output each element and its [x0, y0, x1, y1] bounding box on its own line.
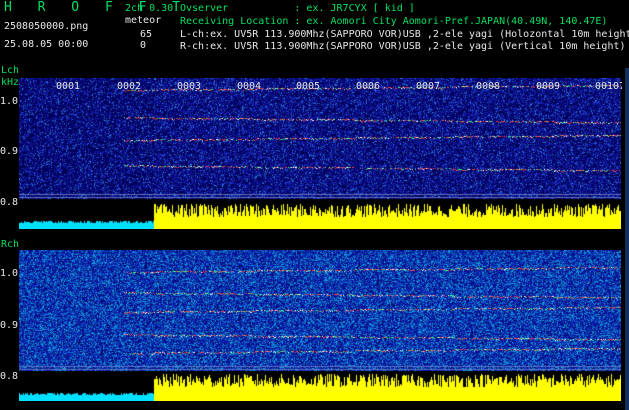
- timestamp: 25.08.05 00:00: [4, 39, 89, 50]
- lch-ytick-1-0: 1.0: [0, 96, 19, 107]
- rch-ytick-0-9: 0.9: [0, 320, 19, 331]
- time-tick-0010: 0010: [595, 81, 620, 92]
- rch-ytick-1-0: 1.0: [0, 268, 19, 279]
- meteor-count-l: 65: [140, 29, 153, 40]
- file-name: 2508050000.png: [4, 21, 89, 32]
- meteor-count-r: 0: [140, 40, 147, 51]
- time-tick-0003: 0003: [177, 81, 202, 92]
- khz-unit-label: kHz: [1, 77, 20, 88]
- rch-ytick-0-8: 0.8: [0, 371, 19, 382]
- observer-line: Ovserver : ex. JR7CYX [ kid ]: [180, 3, 415, 14]
- rch-spectrogram: [19, 250, 621, 401]
- meteor-label: meteor: [125, 15, 162, 26]
- location-line: Receiving Location : ex. Aomori City Aom…: [180, 16, 608, 27]
- time-tick-0008: 0008: [476, 81, 501, 92]
- lch-ytick-0-9: 0.9: [0, 146, 19, 157]
- lch-spectrogram: [19, 78, 621, 229]
- rch-label: Rch: [1, 239, 20, 250]
- lch-label: Lch: [1, 65, 20, 76]
- lch-config-line: L-ch:ex. UV5R 113.900Mhz(SAPPORO VOR)USB…: [180, 29, 629, 40]
- time-tick-0009: 0009: [536, 81, 561, 92]
- time-tick-0007: 0007: [416, 81, 441, 92]
- right-edge-bar: [625, 68, 629, 410]
- time-tick-0002: 0002: [117, 81, 142, 92]
- time-tick-0001: 0001: [56, 81, 81, 92]
- time-tick-0006: 0006: [356, 81, 381, 92]
- time-tick-0005: 0005: [296, 81, 321, 92]
- channel-setting: 2ch 0.30: [125, 3, 174, 14]
- rch-config-line: R-ch:ex. UV5R 113.900Mhz(SAPPORO VOR)USB…: [180, 41, 626, 52]
- time-tick-0004: 0004: [237, 81, 262, 92]
- lch-ytick-0-8: 0.8: [0, 197, 19, 208]
